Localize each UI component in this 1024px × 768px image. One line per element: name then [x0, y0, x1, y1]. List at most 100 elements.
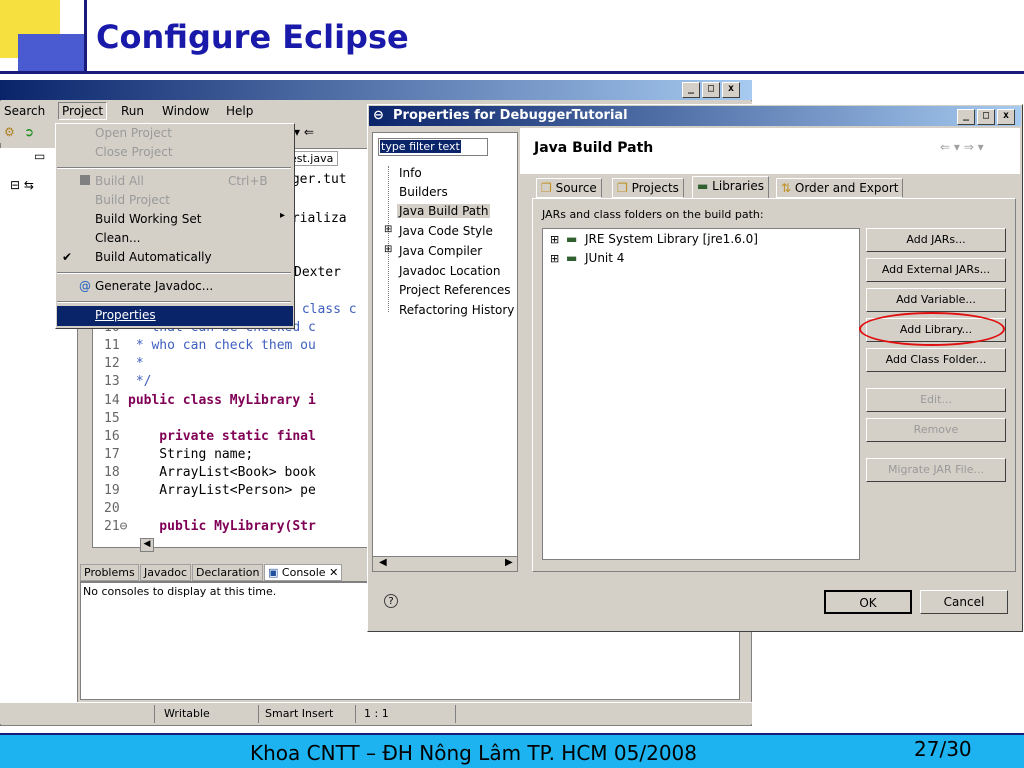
menu-help[interactable]: Help [226, 104, 253, 118]
add-external-jars-button[interactable]: Add External JARs... [866, 258, 1006, 282]
menu-run[interactable]: Run [121, 104, 144, 118]
menu-generate-javadoc[interactable]: Generate Javadoc... [95, 279, 213, 293]
new-project-icon[interactable]: ⚙ [4, 125, 15, 139]
menu-project[interactable]: Project [58, 102, 108, 120]
tree-item-java-build-path[interactable]: Java Build Path [397, 204, 491, 218]
jar-item[interactable]: JUnit 4 [585, 251, 624, 265]
line-number: 19 [104, 483, 120, 498]
menu-window[interactable]: Window [162, 104, 209, 118]
code-line: class c [294, 302, 357, 317]
close-tab-icon[interactable]: ✕ [329, 566, 338, 579]
code-line: * who can check them ou [128, 338, 316, 353]
nav-arrows-icon[interactable]: ⇐ ▾ ⇒ ▾ [940, 140, 984, 154]
highlight-ellipse [859, 312, 1005, 346]
menu-build-all[interactable]: Build All [95, 174, 144, 188]
minimize-view-icon[interactable]: ▭ [34, 149, 45, 163]
library-icon: ▬ [566, 232, 578, 246]
dialog-title: Properties for DebuggerTutorial [393, 108, 628, 123]
tab-javadoc[interactable]: Javadoc [140, 564, 191, 581]
help-icon[interactable]: ? [384, 594, 398, 608]
tab-projects[interactable]: ❐ Projects [612, 178, 684, 198]
add-class-folder-button[interactable]: Add Class Folder... [866, 348, 1006, 372]
tab-source-label: Source [555, 181, 597, 195]
tab-console[interactable]: ▣ Console ✕ [264, 564, 343, 581]
tree-item-java-compiler[interactable]: Java Compiler [399, 244, 482, 258]
add-jars-button[interactable]: Add JARs... [866, 228, 1006, 252]
project-menu [55, 123, 295, 329]
menu-close-project[interactable]: Close Project [95, 145, 173, 159]
tree-scrollbar[interactable]: ◀ ▶ [372, 556, 518, 572]
code-line: String name; [128, 447, 254, 462]
dialog-minimize-button[interactable]: _ [957, 109, 975, 125]
tree-item-java-code-style[interactable]: Java Code Style [399, 224, 493, 238]
minimize-button[interactable]: _ [682, 82, 700, 98]
remove-button[interactable]: Remove [866, 418, 1006, 442]
dialog-titlebar: ⊖ Properties for DebuggerTutorial _ □ x [369, 106, 1021, 126]
code-line: public MyLibrary(Str [128, 519, 316, 534]
expand-icon[interactable]: ⊞ [384, 244, 392, 255]
tree-item-javadoc-location[interactable]: Javadoc Location [399, 264, 500, 278]
status-writable: Writable [164, 707, 210, 720]
edit-button[interactable]: Edit... [866, 388, 1006, 412]
scroll-left-icon[interactable]: ◀ [379, 557, 387, 568]
build-icon [80, 175, 90, 185]
run-icon[interactable]: ➲ [24, 125, 34, 139]
line-number: 21⊖ [104, 519, 128, 534]
ok-button[interactable]: OK [824, 590, 912, 614]
menu-build-project[interactable]: Build Project [95, 193, 170, 207]
line-number: 20 [104, 501, 120, 516]
expand-icon[interactable]: ⊞ [384, 224, 392, 235]
toolbar-dropdown-icon[interactable]: ▾ ⇐ [294, 125, 314, 139]
source-folder-icon: ❐ [541, 181, 552, 195]
dialog-close-button[interactable]: x [997, 109, 1015, 125]
tab-order-export[interactable]: ⇅ Order and Export [776, 178, 904, 198]
tab-declaration[interactable]: Declaration [192, 564, 264, 581]
tab-source[interactable]: ❐ Source [536, 178, 602, 198]
close-button[interactable]: x [722, 82, 740, 98]
status-bar: Writable Smart Insert 1 : 1 [0, 702, 752, 724]
tab-libraries[interactable]: ▬ Libraries [692, 176, 769, 199]
menu-build-working-set[interactable]: Build Working Set [95, 212, 201, 226]
page-number: 27/30 [914, 737, 972, 761]
scroll-right-icon[interactable]: ▶ [505, 557, 513, 568]
slide-header-vline [84, 0, 87, 74]
line-number: 13 [104, 374, 120, 389]
projects-folder-icon: ❐ [617, 181, 628, 195]
console-tabs: Problems Javadoc Declaration ▣ Console ✕ [80, 562, 370, 582]
expand-icon[interactable]: ⊞ [550, 252, 559, 265]
maximize-button[interactable]: □ [702, 82, 720, 98]
add-variable-button[interactable]: Add Variable... [866, 288, 1006, 312]
order-icon: ⇅ [781, 181, 792, 195]
jar-list[interactable] [542, 228, 860, 560]
status-position: 1 : 1 [364, 707, 389, 720]
tab-libraries-label: Libraries [712, 179, 764, 193]
jar-item[interactable]: JRE System Library [jre1.6.0] [585, 232, 758, 246]
code-line: */ [128, 374, 152, 389]
menu-build-all-shortcut: Ctrl+B [228, 174, 268, 188]
footer-text: Khoa CNTT – ĐH Nông Lâm TP. HCM 05/2008 [250, 741, 698, 765]
dialog-maximize-button[interactable]: □ [977, 109, 995, 125]
collapse-all-icon[interactable]: ⊟ ⇆ [10, 178, 34, 192]
cancel-button[interactable]: Cancel [920, 590, 1008, 614]
tree-item-project-references[interactable]: Project References [399, 283, 511, 297]
jar-list-label: JARs and class folders on the build path… [542, 208, 764, 221]
tab-problems[interactable]: Problems [80, 564, 139, 581]
menu-open-project[interactable]: Open Project [95, 126, 172, 140]
tree-item-info[interactable]: Info [399, 166, 422, 180]
menu-search[interactable]: Search [4, 104, 45, 118]
slide-title: Configure Eclipse [96, 18, 409, 56]
tree-item-builders[interactable]: Builders [399, 185, 448, 199]
menu-properties[interactable]: Properties [95, 308, 156, 322]
tab-order-export-label: Order and Export [794, 181, 899, 195]
filter-input[interactable]: type filter text [378, 138, 488, 156]
menu-build-automatically[interactable]: Build Automatically [95, 250, 212, 264]
code-line: ArrayList<Person> pe [128, 483, 316, 498]
console-icon: ▣ [268, 566, 279, 579]
line-number: 14 [104, 393, 120, 408]
migrate-jar-button[interactable]: Migrate JAR File... [866, 458, 1006, 482]
expand-icon[interactable]: ⊞ [550, 233, 559, 246]
line-number: 11 [104, 338, 120, 353]
menu-clean[interactable]: Clean... [95, 231, 141, 245]
tree-item-refactoring-history[interactable]: Refactoring History [399, 303, 514, 317]
scroll-left-button[interactable]: ◀ [140, 538, 154, 552]
